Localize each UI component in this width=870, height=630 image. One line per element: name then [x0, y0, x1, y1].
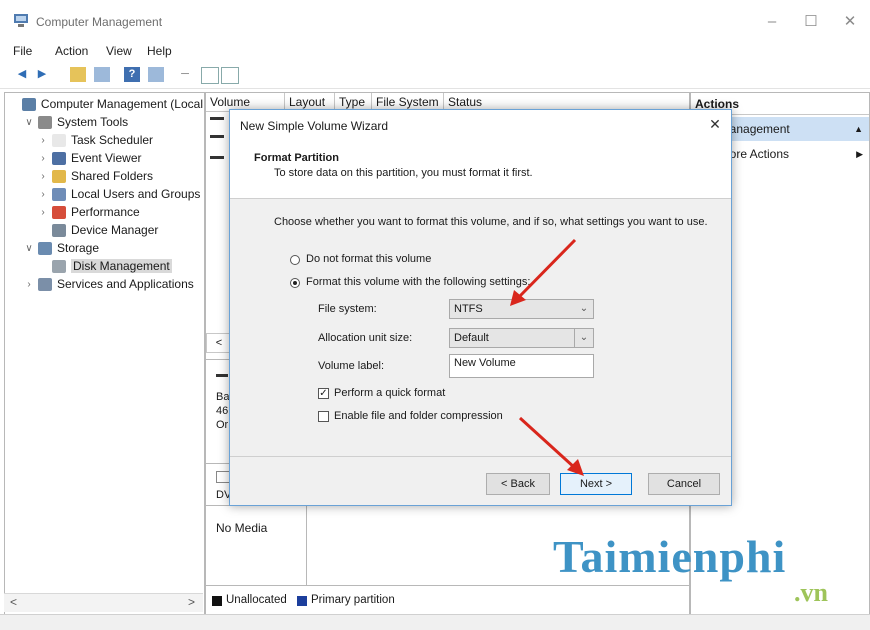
- arrow-to-file-system: [510, 238, 577, 306]
- watermark-brand: Taimienphi: [553, 531, 787, 582]
- arrow-to-next-button: [518, 416, 584, 476]
- watermark-tld: .vn: [794, 578, 828, 607]
- status-bar: [0, 614, 870, 630]
